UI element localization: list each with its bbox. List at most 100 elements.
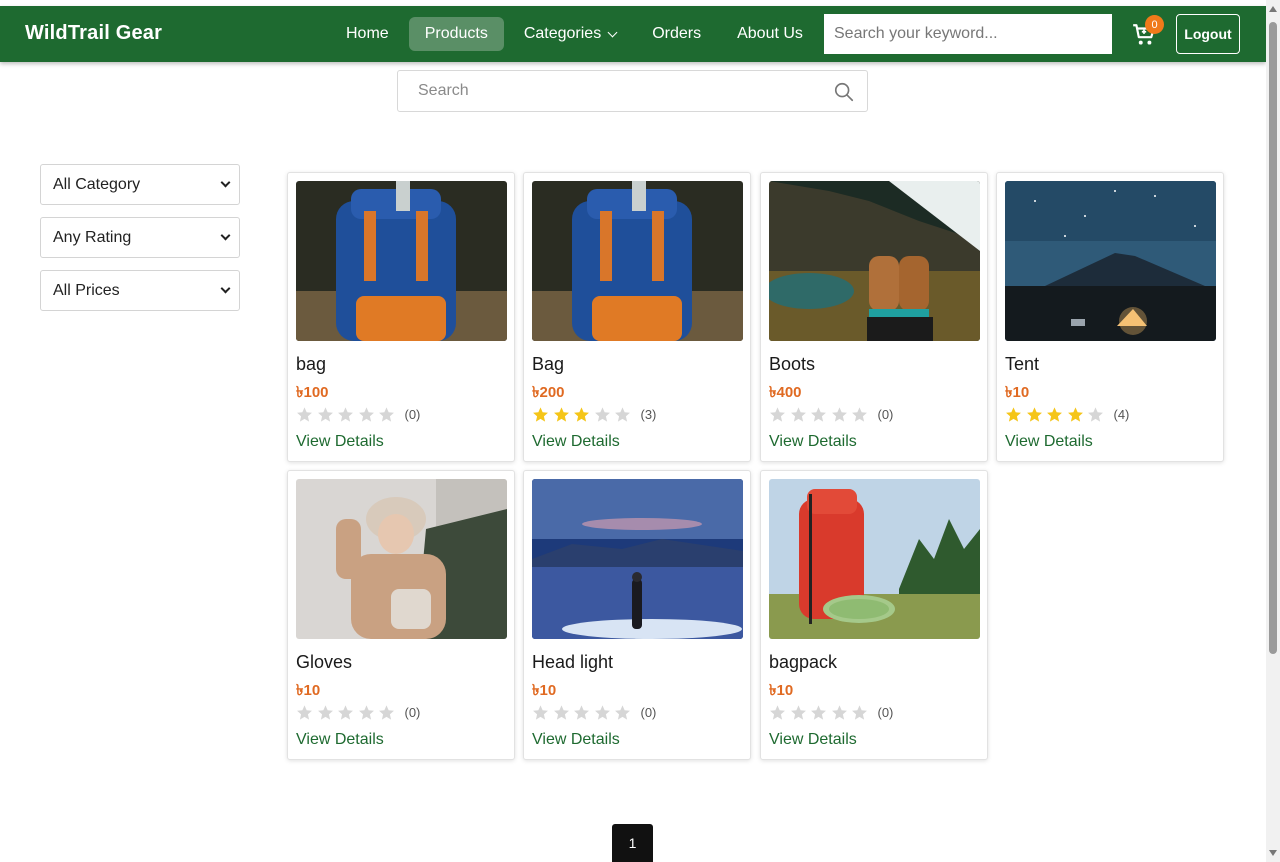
navbar: WildTrail Gear Home Products Categories … xyxy=(0,6,1266,62)
star-empty-icon xyxy=(831,407,847,422)
product-card[interactable]: Bag ৳200 (3) View Details xyxy=(523,172,751,462)
star-empty-icon xyxy=(852,705,867,720)
review-count: (0) xyxy=(877,407,894,422)
product-card[interactable]: bag ৳100 (0) View Details xyxy=(287,172,515,462)
product-rating: (0) xyxy=(296,406,420,423)
star-empty-icon xyxy=(317,407,333,422)
product-price: ৳400 xyxy=(769,384,802,401)
product-image-gloves[interactable] xyxy=(296,479,507,639)
category-filter-value: All Category xyxy=(53,175,141,193)
star-filled-icon xyxy=(1067,407,1083,422)
product-image-backpack[interactable] xyxy=(296,181,507,341)
star-empty-icon xyxy=(574,705,589,720)
view-details-link[interactable]: View Details xyxy=(769,731,857,749)
review-count: (0) xyxy=(640,705,657,720)
product-title: Head light xyxy=(532,652,614,672)
star-empty-icon xyxy=(594,705,610,720)
product-search-placeholder: Search xyxy=(418,82,469,99)
product-title: Tent xyxy=(1005,354,1040,374)
nav-categories[interactable]: Categories xyxy=(508,17,632,51)
nav-search-input[interactable]: Search your keyword... xyxy=(824,14,1112,54)
product-rating: (0) xyxy=(769,704,893,721)
product-title: Bag xyxy=(532,354,565,374)
chevron-down-icon xyxy=(220,230,231,241)
product-price: ৳10 xyxy=(1005,384,1030,401)
product-card[interactable]: Head light ৳10 (0) View Details xyxy=(523,470,751,760)
star-empty-icon xyxy=(379,407,394,422)
nav-links: Home Products Categories Orders About Us xyxy=(330,17,823,51)
scrollbar-thumb[interactable] xyxy=(1269,22,1277,654)
product-rating: (4) xyxy=(1005,406,1129,423)
product-title: bag xyxy=(296,354,327,374)
product-rating: (0) xyxy=(296,704,420,721)
star-filled-icon xyxy=(533,407,548,422)
nav-about[interactable]: About Us xyxy=(721,17,819,51)
star-empty-icon xyxy=(297,407,312,422)
star-empty-icon xyxy=(317,705,333,720)
product-image-boots[interactable] xyxy=(769,181,980,341)
chevron-down-icon xyxy=(607,27,618,37)
product-card[interactable]: bagpack ৳10 (0) View Details xyxy=(760,470,988,760)
product-image-headlight[interactable] xyxy=(532,479,743,639)
product-card[interactable]: Tent ৳10 (4) View Details xyxy=(996,172,1224,462)
star-empty-icon xyxy=(358,705,374,720)
price-filter-value: All Prices xyxy=(53,281,120,299)
review-count: (0) xyxy=(404,407,421,422)
star-empty-icon xyxy=(770,705,785,720)
price-filter-select[interactable]: All Prices xyxy=(40,270,240,311)
star-empty-icon xyxy=(811,407,826,422)
search-icon[interactable] xyxy=(833,81,855,103)
product-price: ৳200 xyxy=(532,384,565,401)
product-card[interactable]: Gloves ৳10 (0) View Details xyxy=(287,470,515,760)
star-empty-icon xyxy=(770,407,785,422)
product-title: bagpack xyxy=(769,652,838,672)
category-filter-select[interactable]: All Category xyxy=(40,164,240,205)
star-filled-icon xyxy=(1026,407,1042,422)
star-empty-icon xyxy=(297,705,312,720)
view-details-link[interactable]: View Details xyxy=(296,433,384,451)
product-price: ৳100 xyxy=(296,384,329,401)
star-empty-icon xyxy=(594,407,610,422)
product-title: Gloves xyxy=(296,652,353,672)
star-empty-icon xyxy=(811,705,826,720)
product-rating: (0) xyxy=(532,704,656,721)
product-search-input[interactable]: Search xyxy=(397,70,868,112)
chevron-down-icon xyxy=(220,177,231,188)
cart-count-badge: 0 xyxy=(1145,15,1164,34)
product-image-red-backpack[interactable] xyxy=(769,479,980,639)
nav-home[interactable]: Home xyxy=(330,17,405,51)
star-empty-icon xyxy=(358,407,374,422)
nav-products[interactable]: Products xyxy=(408,17,504,51)
product-rating: (3) xyxy=(532,406,656,423)
nav-orders[interactable]: Orders xyxy=(636,17,717,51)
view-details-link[interactable]: View Details xyxy=(532,731,620,749)
product-image-tent[interactable] xyxy=(1005,181,1216,341)
logout-button[interactable]: Logout xyxy=(1176,14,1240,54)
chevron-down-icon xyxy=(220,283,231,294)
star-filled-icon xyxy=(1006,407,1021,422)
product-title: Boots xyxy=(769,354,816,374)
brand-logo[interactable]: WildTrail Gear xyxy=(25,22,162,45)
scroll-down-arrow-icon[interactable] xyxy=(1269,850,1277,856)
star-empty-icon xyxy=(831,705,847,720)
star-empty-icon xyxy=(852,407,867,422)
star-empty-icon xyxy=(533,705,548,720)
star-filled-icon xyxy=(1047,407,1062,422)
product-card[interactable]: Boots ৳400 (0) View Details xyxy=(760,172,988,462)
product-image-backpack[interactable] xyxy=(532,181,743,341)
pagination-page-1[interactable]: 1 xyxy=(612,824,653,862)
product-price: ৳10 xyxy=(532,682,557,699)
product-rating: (0) xyxy=(769,406,893,423)
nav-categories-label: Categories xyxy=(523,25,602,42)
view-details-link[interactable]: View Details xyxy=(769,433,857,451)
rating-filter-select[interactable]: Any Rating xyxy=(40,217,240,258)
star-empty-icon xyxy=(553,705,569,720)
page-scrollbar[interactable] xyxy=(1266,0,1280,862)
star-empty-icon xyxy=(790,407,806,422)
product-price: ৳10 xyxy=(296,682,321,699)
view-details-link[interactable]: View Details xyxy=(296,731,384,749)
view-details-link[interactable]: View Details xyxy=(532,433,620,451)
view-details-link[interactable]: View Details xyxy=(1005,433,1093,451)
scroll-up-arrow-icon[interactable] xyxy=(1269,6,1277,12)
star-filled-icon xyxy=(574,407,589,422)
